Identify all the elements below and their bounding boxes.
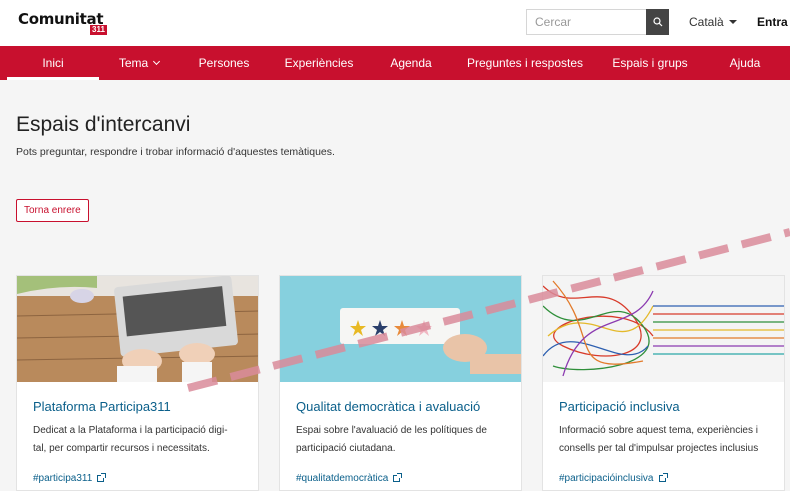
card-tag-link[interactable]: #qualitatdemocràtica	[296, 473, 505, 484]
nav-label: Preguntes i respostes	[466, 56, 584, 70]
nav-item-espais[interactable]: Espais i grups	[597, 46, 703, 80]
space-card[interactable]: Plataforma Participa311 Dedicat a la Pla…	[16, 275, 259, 491]
card-tag-label: #participacióinclusiva	[559, 473, 654, 484]
nav-item-tema[interactable]: Tema	[99, 46, 179, 80]
caret-down-icon	[728, 20, 737, 24]
card-tag-label: #qualitatdemocràtica	[296, 473, 389, 484]
nav-label: Inici	[42, 56, 64, 70]
card-desc-line: Informació sobre aquest tema, experiènci…	[559, 425, 758, 436]
search-input[interactable]	[526, 9, 646, 35]
main-nav: Inici Tema Persones Experiències Agenda …	[0, 46, 790, 80]
card-description: Dedicat a la Plataforma i la participaci…	[33, 422, 242, 460]
card-image-laptop	[17, 276, 258, 382]
card-desc-line: tal, per compartir recursos i necessitat…	[33, 443, 210, 454]
card-desc-line: Dedicat a la Plataforma i la participaci…	[33, 425, 228, 436]
nav-label: Agenda	[390, 56, 432, 70]
external-link-icon	[97, 473, 107, 482]
nav-item-experiencies[interactable]: Experiències	[269, 46, 369, 80]
nav-label: Ajuda	[729, 56, 761, 70]
card-body: Plataforma Participa311 Dedicat a la Pla…	[17, 382, 258, 484]
external-link-icon	[658, 473, 668, 482]
space-card[interactable]: Qualitat democràtica i avaluació Espai s…	[279, 275, 522, 491]
card-title[interactable]: Qualitat democràtica i avaluació	[296, 399, 505, 414]
card-tag-link[interactable]: #participa311	[33, 473, 242, 484]
space-card[interactable]: Participació inclusiva Informació sobre …	[542, 275, 785, 491]
language-selector[interactable]: Català	[689, 15, 737, 29]
card-desc-line: participació ciutadana.	[296, 443, 396, 454]
card-desc-line: Espai sobre l'avaluació de les polítique…	[296, 425, 487, 436]
card-image-stars	[280, 276, 521, 382]
card-body: Participació inclusiva Informació sobre …	[543, 382, 784, 484]
nav-item-ajuda[interactable]: Ajuda	[703, 46, 787, 80]
card-description: Informació sobre aquest tema, experiènci…	[559, 422, 768, 460]
nav-label: Experiències	[284, 56, 354, 70]
card-tag-link[interactable]: #participacióinclusiva	[559, 473, 768, 484]
nav-item-preguntes[interactable]: Preguntes i respostes	[453, 46, 597, 80]
card-body: Qualitat democràtica i avaluació Espai s…	[280, 382, 521, 484]
top-header: Comunitat 311 Català Entra	[0, 0, 790, 46]
nav-label: Espais i grups	[612, 56, 688, 70]
space-cards: Plataforma Participa311 Dedicat a la Pla…	[16, 275, 785, 491]
card-title[interactable]: Participació inclusiva	[559, 399, 768, 414]
card-tag-label: #participa311	[33, 473, 93, 484]
main-content: Espais d'intercanvi Pots preguntar, resp…	[0, 113, 790, 222]
nav-item-inici[interactable]: Inici	[7, 46, 99, 80]
card-image-threads	[543, 276, 784, 382]
card-title[interactable]: Plataforma Participa311	[33, 399, 242, 414]
nav-label: Persones	[198, 56, 250, 70]
back-button[interactable]: Torna enrere	[16, 199, 89, 222]
nav-label: Tema	[118, 56, 149, 70]
chevron-down-icon	[153, 57, 161, 66]
card-description: Espai sobre l'avaluació de les polítique…	[296, 422, 505, 460]
page-subtitle: Pots preguntar, respondre i trobar infor…	[16, 146, 335, 158]
page-title: Espais d'intercanvi	[16, 113, 191, 136]
search-button[interactable]	[646, 9, 669, 35]
nav-item-persones[interactable]: Persones	[179, 46, 269, 80]
search-bar	[526, 9, 669, 35]
site-logo[interactable]: Comunitat 311	[18, 10, 107, 36]
login-link[interactable]: Entra	[757, 15, 788, 29]
logo-number-badge: 311	[90, 25, 107, 35]
external-link-icon	[393, 473, 403, 482]
nav-item-agenda[interactable]: Agenda	[369, 46, 453, 80]
card-desc-line: consells per tal d'impulsar projectes in…	[559, 443, 759, 454]
language-label: Català	[689, 15, 724, 29]
search-icon	[652, 17, 662, 27]
